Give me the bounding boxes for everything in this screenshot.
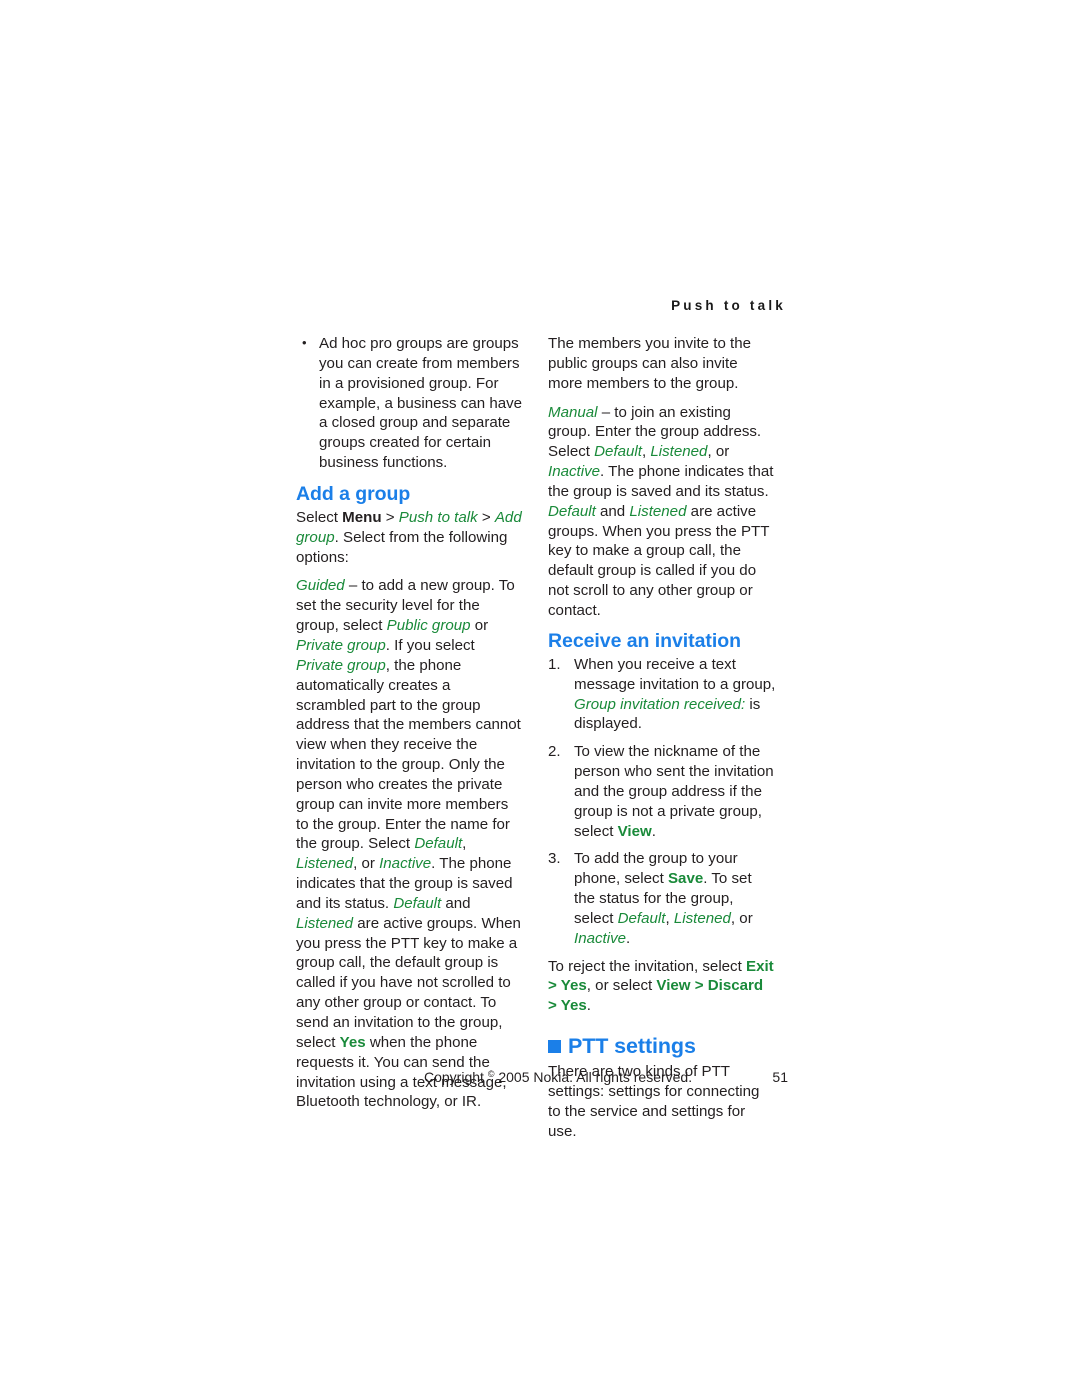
text-run: 2005 Nokia. All rights reserved. <box>494 1069 693 1085</box>
ui-label-inactive: Inactive <box>574 929 627 947</box>
text-run: . <box>586 997 591 1015</box>
ui-label-inactive-1: Inactive <box>379 855 432 873</box>
left-column: Ad hoc pro groups are groups you can cre… <box>296 333 524 1121</box>
ui-label-guided: Guided <box>296 577 345 595</box>
paragraph-members-invite: The members you invite to the public gro… <box>548 335 752 392</box>
text-run: and <box>595 502 630 520</box>
text-run: are active groups. When you press the PT… <box>548 502 770 619</box>
ui-label-public-group: Public group <box>386 617 471 635</box>
step-number: 3. <box>548 850 561 868</box>
heading-add-a-group: Add a group <box>296 482 411 505</box>
ui-label-default-1: Default <box>414 835 463 853</box>
text-run: , or <box>353 855 380 873</box>
ui-label-inactive-1: Inactive <box>548 463 601 481</box>
text-run: are active groups. When you press the PT… <box>296 914 521 1051</box>
bullet-list: Ad hoc pro groups are groups you can cre… <box>296 333 524 473</box>
ui-label-listened-1: Listened <box>650 443 708 461</box>
text-run: > <box>548 997 561 1015</box>
paragraph-guided: Guided – to add a new group. To set the … <box>296 576 524 1112</box>
ui-label-view: View <box>656 977 691 995</box>
step-number: 1. <box>548 655 561 673</box>
ui-label-listened-2: Listened <box>296 914 354 932</box>
text-run: , or select <box>586 977 657 995</box>
text-run: When you receive a text message invitati… <box>574 655 776 693</box>
page-footer: Copyright © 2005 Nokia. All rights reser… <box>296 1069 788 1089</box>
right-column: The members you invite to the public gro… <box>548 334 776 1142</box>
list-item-step-1: 1. When you receive a text message invita… <box>548 655 776 734</box>
text-run: Select <box>296 508 343 526</box>
ui-label-push-to-talk: Push to talk <box>398 508 478 526</box>
heading-receive-an-invitation: Receive an invitation <box>548 629 741 652</box>
paragraph-select-path: Select Menu > Push to talk > Add group. … <box>296 508 524 568</box>
text-run: , <box>665 909 674 927</box>
ui-label-private-group-2: Private group <box>296 656 386 674</box>
ui-label-listened-2: Listened <box>629 502 687 520</box>
ui-label-default: Default <box>617 909 666 927</box>
text-run: > <box>690 977 708 995</box>
paragraph-reject-invitation: To reject the invitation, select Exit > … <box>548 957 776 1017</box>
ui-label-menu: Menu <box>342 508 382 526</box>
text-run: , the phone automatically creates a scra… <box>296 656 521 853</box>
ui-label-exit: Exit <box>746 957 774 975</box>
text-run: Copyright <box>424 1069 488 1085</box>
ui-label-manual: Manual <box>548 403 598 421</box>
list-item: Ad hoc pro groups are groups you can cre… <box>296 333 524 473</box>
ui-label-listened-1: Listened <box>296 855 354 873</box>
ui-label-yes: Yes <box>339 1033 366 1051</box>
text-run: To reject the invitation, select <box>548 957 746 975</box>
copyright-notice: Copyright © 2005 Nokia. All rights reser… <box>424 1069 692 1085</box>
ui-label-yes-2: Yes <box>560 997 587 1015</box>
ui-label-discard: Discard <box>707 977 764 995</box>
text-run: , <box>462 835 467 853</box>
ui-message-group-invitation-received: Group invitation received: <box>574 695 746 713</box>
text-run: > <box>381 508 399 526</box>
list-item-step-2: 2. To view the nickname of the person who… <box>548 742 776 841</box>
text-run: To view the nickname of the person who s… <box>574 743 774 840</box>
ui-label-default-2: Default <box>548 502 596 520</box>
heading-ptt-settings-label: PTT settings <box>568 1034 696 1059</box>
ui-label-yes-1: Yes <box>560 977 587 995</box>
ui-label-view: View <box>617 822 652 840</box>
ui-label-private-group: Private group <box>296 636 386 654</box>
text-run: , or <box>707 443 730 461</box>
ui-label-save: Save <box>667 870 704 888</box>
list-item-step-3: 3. To add the group to your phone, select… <box>548 849 776 948</box>
ui-label-default-2: Default <box>393 894 442 912</box>
text-run: or <box>470 617 489 635</box>
manual-page: Push to talk Ad hoc pro groups are group… <box>0 0 1080 1397</box>
text-run: , or <box>730 909 753 927</box>
numbered-steps: 1. When you receive a text message invita… <box>548 655 776 949</box>
text-run: . If you select <box>385 636 475 654</box>
two-column-body: Ad hoc pro groups are groups you can cre… <box>296 333 788 1140</box>
heading-ptt-settings: PTT settings <box>548 1034 776 1059</box>
ui-label-listened: Listened <box>673 909 731 927</box>
ui-label-default-1: Default <box>594 443 642 461</box>
text-run: > <box>548 977 561 995</box>
text-run: . <box>626 929 631 947</box>
page-number: 51 <box>772 1069 788 1085</box>
square-bullet-icon <box>548 1040 561 1054</box>
running-header: Push to talk <box>671 298 786 313</box>
text-run: . <box>651 822 656 840</box>
text-run: and <box>441 894 471 912</box>
paragraph-manual: Manual – to join an existing group. Ente… <box>548 403 776 621</box>
step-number: 2. <box>548 743 561 761</box>
text-run: > <box>477 508 495 526</box>
